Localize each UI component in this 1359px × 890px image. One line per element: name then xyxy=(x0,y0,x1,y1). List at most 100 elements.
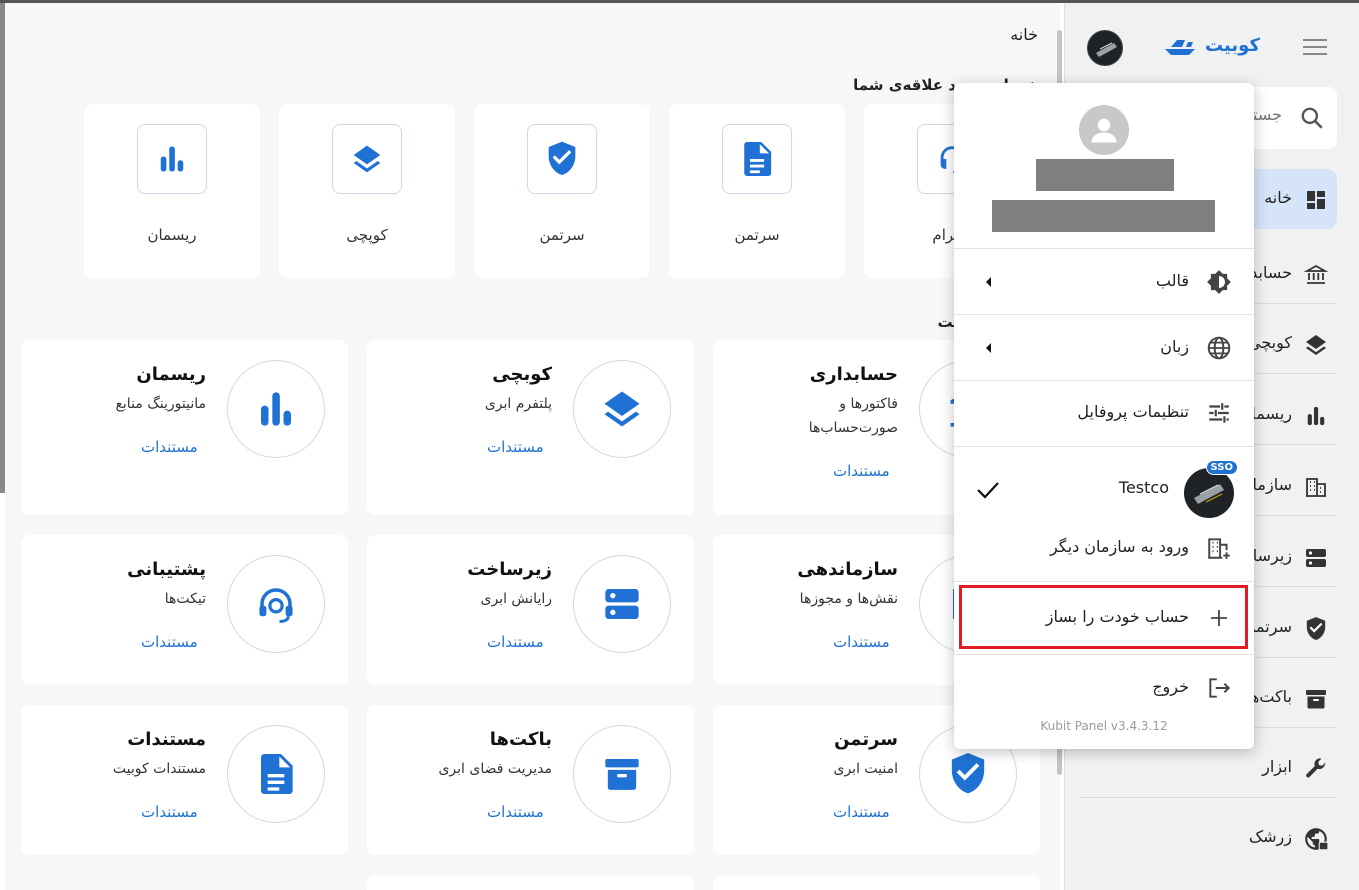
service-description: تیکت‌ها xyxy=(164,591,206,607)
sliders-icon xyxy=(1206,400,1232,426)
brand-logo[interactable]: کوبیت xyxy=(1163,35,1260,56)
building-icon xyxy=(1303,474,1329,500)
favorite-label: سرتمن xyxy=(734,226,780,244)
favorite-card[interactable]: کوپچی xyxy=(279,104,455,278)
menu-item-label: قالب xyxy=(1155,271,1189,290)
favorite-label: ریسمان xyxy=(147,226,197,244)
menu-divider xyxy=(954,446,1254,447)
menu-item-language[interactable]: زبان xyxy=(954,323,1254,373)
menu-divider xyxy=(954,248,1254,249)
globe-icon xyxy=(1206,335,1232,361)
server-icon xyxy=(573,555,671,653)
menu-item-profile-settings[interactable]: تنظیمات پروفایل xyxy=(954,388,1254,438)
org-avatar xyxy=(1184,468,1234,518)
service-docs-link[interactable]: مستندات xyxy=(833,633,890,651)
org-name: Testco xyxy=(1118,478,1169,497)
service-description: مدیریت فضای ابری xyxy=(438,761,552,777)
service-title: حسابداری xyxy=(809,364,898,385)
shield-check-icon xyxy=(1303,616,1329,642)
menu-item-theme[interactable]: قالب xyxy=(954,257,1254,307)
caret-left-icon xyxy=(986,343,991,353)
caret-left-icon xyxy=(986,277,991,287)
layers-icon xyxy=(332,124,402,194)
favorite-label: سرتمن xyxy=(539,226,585,244)
menu-divider xyxy=(954,581,1254,582)
service-description: امنیت ابری xyxy=(833,761,898,777)
service-title: زیرساخت xyxy=(467,559,552,580)
service-card-buckets[interactable]: باکت‌ها مدیریت فضای ابری مستندات xyxy=(367,705,694,855)
wrench-icon xyxy=(1303,756,1329,782)
menu-item-label: ورود به سازمان دیگر xyxy=(1049,537,1189,556)
favorite-card[interactable]: سرتمن xyxy=(669,104,845,278)
favorite-card[interactable]: ریسمان xyxy=(84,104,260,278)
menu-item-label: تنظیمات پروفایل xyxy=(1077,402,1189,421)
service-card-support[interactable]: پشتیبانی تیکت‌ها مستندات xyxy=(21,535,348,685)
menu-item-label: زبان xyxy=(1160,337,1189,356)
service-title: سازماندهی xyxy=(797,559,898,580)
service-card-infrastructure[interactable]: زیرساخت رایانش ابری مستندات xyxy=(367,535,694,685)
redacted-username xyxy=(1036,159,1174,191)
menu-divider xyxy=(954,654,1254,655)
service-description: پلتفرم ابری xyxy=(484,396,552,412)
layers-icon xyxy=(573,360,671,458)
layers-icon xyxy=(1303,332,1329,358)
app-version: Kubit Panel v3.4.3.12 xyxy=(1040,719,1168,733)
service-title: مستندات xyxy=(127,729,206,750)
redacted-email xyxy=(992,200,1215,232)
service-docs-link[interactable]: مستندات xyxy=(141,633,198,651)
user-avatar-button[interactable] xyxy=(1087,30,1123,66)
check-icon xyxy=(977,482,999,499)
main-content: خانه خدمات مورد علاقه‌ی شما تلگرام سرتمن… xyxy=(5,3,1060,890)
sidebar-item-label: ابزار xyxy=(1262,757,1292,776)
headset-icon xyxy=(227,555,325,653)
shield-check-icon xyxy=(527,124,597,194)
menu-item-switch-org[interactable]: ورود به سازمان دیگر xyxy=(954,523,1254,573)
globe-lock-icon xyxy=(1303,826,1329,852)
menu-item-logout[interactable]: خروج xyxy=(954,663,1254,713)
bar-chart-icon xyxy=(137,124,207,194)
sidebar-item-label: کوبچی xyxy=(1248,333,1292,352)
service-card-kubchi[interactable]: کوبچی پلتفرم ابری مستندات xyxy=(367,340,694,515)
favorite-label: کوپچی xyxy=(346,226,388,244)
service-description: مانیتورینگ منابع xyxy=(115,396,206,412)
service-docs-link[interactable]: مستندات xyxy=(487,438,544,456)
service-docs-link[interactable]: مستندات xyxy=(487,803,544,821)
document-icon xyxy=(227,725,325,823)
sso-badge: SSO xyxy=(1205,460,1238,475)
service-title: باکت‌ها xyxy=(489,729,552,750)
service-card-risman[interactable]: ریسمان مانیتورینگ منابع مستندات xyxy=(21,340,348,515)
service-description: فاکتورها و صورت‌حساب‌ها xyxy=(808,396,898,436)
bank-icon xyxy=(1303,262,1329,288)
brightness-icon xyxy=(1206,269,1232,295)
service-docs-link[interactable]: مستندات xyxy=(141,803,198,821)
menu-item-current-org[interactable]: SSO Testco xyxy=(954,458,1254,520)
service-description: رایانش ابری xyxy=(480,591,552,607)
plus-icon xyxy=(1206,605,1232,631)
menu-divider xyxy=(954,314,1254,315)
service-docs-link[interactable]: مستندات xyxy=(833,462,890,480)
document-icon xyxy=(722,124,792,194)
service-docs-link[interactable]: مستندات xyxy=(141,438,198,456)
profile-avatar xyxy=(1079,105,1129,155)
favorite-card[interactable]: سرتمن xyxy=(474,104,650,278)
service-card-partial xyxy=(713,875,1040,890)
service-title: کوبچی xyxy=(492,364,552,385)
service-description: مستندات کوبیت xyxy=(112,761,206,777)
sidebar-item-zereshk[interactable]: زرشک xyxy=(1079,808,1337,868)
logout-icon xyxy=(1206,675,1232,701)
person-icon xyxy=(1091,118,1117,143)
service-docs-link[interactable]: مستندات xyxy=(833,803,890,821)
menu-item-label: خروج xyxy=(1152,677,1189,696)
dashboard-icon xyxy=(1303,187,1329,213)
service-docs-link[interactable]: مستندات xyxy=(487,633,544,651)
archive-icon xyxy=(573,725,671,823)
user-menu: قالب زبان تنظیمات پروفایل SSO Testco ورو… xyxy=(954,83,1254,749)
menu-icon[interactable] xyxy=(1303,39,1327,60)
breadcrumb[interactable]: خانه xyxy=(1010,25,1038,44)
building-add-icon xyxy=(1206,535,1232,561)
sidebar-item-label: خانه xyxy=(1264,188,1292,207)
menu-item-create-account[interactable]: حساب خودت را بساز xyxy=(954,593,1254,643)
service-card-docs[interactable]: مستندات مستندات کوبیت مستندات xyxy=(21,705,348,855)
service-title: ریسمان xyxy=(136,364,206,385)
server-icon xyxy=(1303,545,1329,571)
